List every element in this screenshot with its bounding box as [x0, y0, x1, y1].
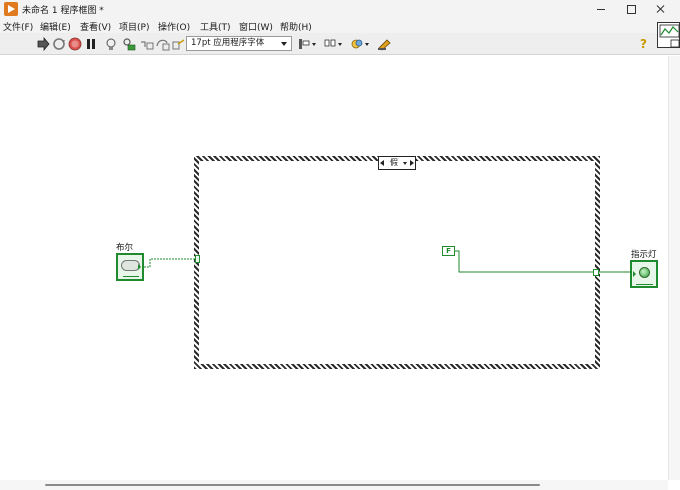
font-select[interactable]: 17pt 应用程序字体	[186, 36, 292, 51]
window-title: 未命名 1 程序框图 *	[22, 6, 104, 16]
menu-project[interactable]: 项目(P)	[119, 20, 149, 33]
menu-file[interactable]: 文件(F)	[3, 20, 33, 33]
bool-control-terminal[interactable]	[116, 253, 144, 281]
help-icon[interactable]: ?	[640, 37, 652, 51]
terminal-type-mark	[123, 273, 139, 277]
run-continuous-icon[interactable]	[52, 37, 66, 51]
terminal-type-mark	[636, 281, 653, 285]
led-indicator-terminal[interactable]	[630, 260, 658, 288]
boolean-wire-output[interactable]	[599, 266, 633, 276]
vi-icon[interactable]	[657, 22, 680, 48]
highlight-execution-icon[interactable]	[104, 37, 118, 51]
boolean-wire-internal[interactable]	[455, 248, 597, 276]
led-icon	[639, 267, 650, 278]
bool-control-label[interactable]: 布尔	[116, 241, 133, 253]
chevron-down-icon	[281, 42, 287, 46]
reorder-icon[interactable]	[351, 37, 371, 51]
increment-case-icon[interactable]	[410, 160, 414, 166]
case-selector-label[interactable]: 假	[378, 156, 416, 170]
menu-help[interactable]: 帮助(H)	[280, 20, 312, 33]
menu-operate[interactable]: 操作(O)	[158, 20, 190, 33]
false-constant[interactable]: F	[442, 246, 455, 256]
case-input-tunnel[interactable]	[195, 255, 200, 263]
menu-tools[interactable]: 工具(T)	[200, 20, 231, 33]
vertical-scrollbar[interactable]	[668, 56, 680, 480]
output-arrow-icon	[138, 264, 141, 270]
minimize-button[interactable]	[586, 0, 616, 18]
menu-edit[interactable]: 编辑(E)	[40, 20, 71, 33]
labview-app-icon	[4, 2, 18, 16]
horizontal-scrollbar[interactable]	[0, 480, 668, 490]
align-objects-icon[interactable]	[298, 37, 318, 51]
font-select-value: 17pt 应用程序字体	[191, 38, 265, 48]
distribute-objects-icon[interactable]	[324, 37, 344, 51]
step-out-icon[interactable]	[172, 37, 186, 51]
menu-window[interactable]: 窗口(W)	[239, 20, 273, 33]
maximize-button[interactable]	[616, 0, 646, 18]
decrement-case-icon[interactable]	[380, 160, 384, 166]
menu-view[interactable]: 查看(V)	[80, 20, 111, 33]
close-button[interactable]	[646, 0, 676, 18]
chevron-down-icon[interactable]	[403, 162, 407, 165]
retain-wire-values-icon[interactable]	[122, 37, 136, 51]
step-into-icon[interactable]	[140, 37, 154, 51]
input-arrow-icon	[633, 271, 636, 277]
cleanup-diagram-icon[interactable]	[377, 37, 393, 51]
title-bar: 未命名 1 程序框图 *	[0, 0, 680, 18]
led-indicator-label[interactable]: 指示灯	[631, 248, 657, 260]
abort-icon[interactable]	[68, 37, 82, 51]
toolbar: 17pt 应用程序字体 ?	[0, 33, 680, 55]
pause-icon[interactable]	[84, 37, 98, 51]
case-selector-value: 假	[390, 158, 398, 167]
run-arrow-icon[interactable]	[36, 36, 50, 52]
horizontal-scrollbar-thumb[interactable]	[45, 484, 540, 486]
step-over-icon[interactable]	[156, 37, 170, 51]
menu-bar: 文件(F) 编辑(E) 查看(V) 项目(P) 操作(O) 工具(T) 窗口(W…	[0, 18, 680, 33]
boolean-wire-input[interactable]	[144, 252, 198, 272]
